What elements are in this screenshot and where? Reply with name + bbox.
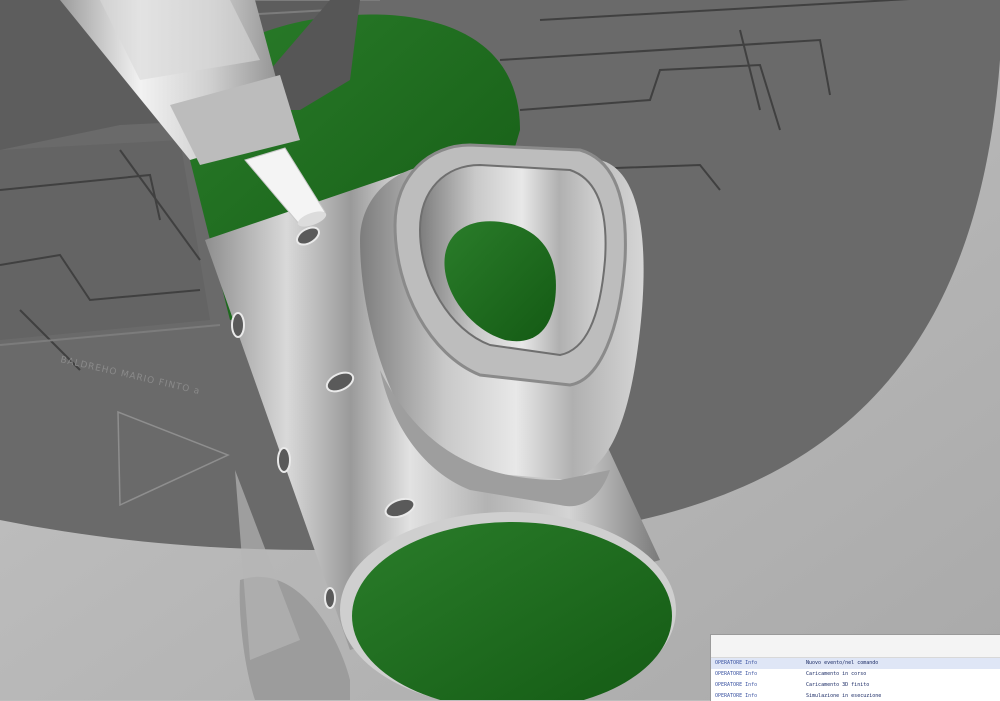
log-entry-message: Nuovo evento/nel comando <box>806 660 879 666</box>
drilled-hole <box>324 587 336 609</box>
log-entry-message: Caricamento 3D finito <box>806 682 870 688</box>
log-entry-message: Simulazione in esecuzione <box>806 693 882 699</box>
log-entry-message: Caricamento in corso <box>806 671 867 677</box>
simulation-viewport[interactable]: BALDREHO MARIO FINTO a <box>0 0 1000 700</box>
log-entry-source: OPERATORE Info <box>715 682 758 688</box>
log-entry-source: OPERATORE Info <box>715 660 758 666</box>
stock-end-face <box>340 512 676 700</box>
log-entry-source: OPERATORE Info <box>715 671 758 677</box>
log-entry[interactable]: OPERATORE Info Caricamento in corso <box>711 669 1000 680</box>
message-log-panel[interactable]: OPERATORE Info Nuovo evento/nel comando … <box>710 634 1000 701</box>
log-entry[interactable]: OPERATORE Info Nuovo evento/nel comando <box>711 658 1000 669</box>
drilled-hole <box>277 447 291 473</box>
drilled-hole <box>231 312 245 338</box>
log-entry[interactable]: OPERATORE Info Caricamento 3D finito <box>711 680 1000 691</box>
log-panel-header <box>711 635 1000 658</box>
